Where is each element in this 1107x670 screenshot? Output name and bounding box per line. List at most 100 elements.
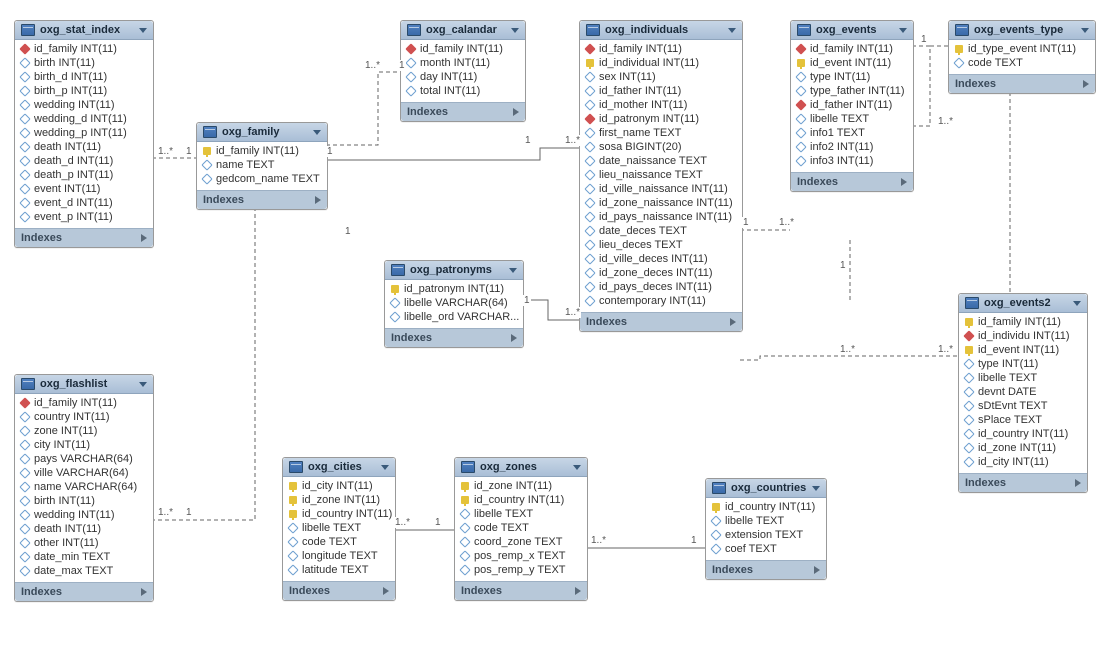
column-row[interactable]: zone INT(11) bbox=[15, 424, 153, 438]
column-row[interactable]: libelle TEXT bbox=[706, 514, 826, 528]
chevron-down-icon[interactable] bbox=[381, 465, 389, 470]
column-row[interactable]: code TEXT bbox=[949, 56, 1095, 70]
chevron-down-icon[interactable] bbox=[1073, 301, 1081, 306]
expand-right-icon[interactable] bbox=[901, 178, 907, 186]
column-row[interactable]: id_father INT(11) bbox=[580, 84, 742, 98]
column-row[interactable]: date_deces TEXT bbox=[580, 224, 742, 238]
column-row[interactable]: libelle TEXT bbox=[791, 112, 913, 126]
column-row[interactable]: id_mother INT(11) bbox=[580, 98, 742, 112]
expand-right-icon[interactable] bbox=[1083, 80, 1089, 88]
column-row[interactable]: pays VARCHAR(64) bbox=[15, 452, 153, 466]
entity-oxg-events[interactable]: oxg_eventsid_family INT(11)id_event INT(… bbox=[790, 20, 914, 192]
expand-right-icon[interactable] bbox=[575, 587, 581, 595]
indexes-footer[interactable]: Indexes bbox=[706, 560, 826, 579]
column-row[interactable]: devnt DATE bbox=[959, 385, 1087, 399]
column-row[interactable]: info3 INT(11) bbox=[791, 154, 913, 168]
column-row[interactable]: ville VARCHAR(64) bbox=[15, 466, 153, 480]
column-row[interactable]: latitude TEXT bbox=[283, 563, 395, 577]
column-row[interactable]: wedding_p INT(11) bbox=[15, 126, 153, 140]
chevron-down-icon[interactable] bbox=[899, 28, 907, 33]
column-row[interactable]: name VARCHAR(64) bbox=[15, 480, 153, 494]
expand-right-icon[interactable] bbox=[383, 587, 389, 595]
column-row[interactable]: id_individu INT(11) bbox=[959, 329, 1087, 343]
column-row[interactable]: birth_p INT(11) bbox=[15, 84, 153, 98]
column-row[interactable]: month INT(11) bbox=[401, 56, 525, 70]
column-row[interactable]: wedding_d INT(11) bbox=[15, 112, 153, 126]
column-row[interactable]: code TEXT bbox=[455, 521, 587, 535]
entity-oxg-calandar[interactable]: oxg_calandarid_family INT(11)month INT(1… bbox=[400, 20, 526, 122]
column-row[interactable]: id_event INT(11) bbox=[791, 56, 913, 70]
column-row[interactable]: gedcom_name TEXT bbox=[197, 172, 327, 186]
expand-right-icon[interactable] bbox=[730, 318, 736, 326]
column-row[interactable]: id_event INT(11) bbox=[959, 343, 1087, 357]
column-row[interactable]: longitude TEXT bbox=[283, 549, 395, 563]
indexes-footer[interactable]: Indexes bbox=[401, 102, 525, 121]
column-row[interactable]: pos_remp_y TEXT bbox=[455, 563, 587, 577]
column-row[interactable]: id_city INT(11) bbox=[959, 455, 1087, 469]
expand-right-icon[interactable] bbox=[511, 334, 517, 342]
column-row[interactable]: id_pays_naissance INT(11) bbox=[580, 210, 742, 224]
column-row[interactable]: extension TEXT bbox=[706, 528, 826, 542]
entity-header[interactable]: oxg_patronyms bbox=[385, 261, 523, 280]
column-row[interactable]: total INT(11) bbox=[401, 84, 525, 98]
entity-oxg-cities[interactable]: oxg_citiesid_city INT(11)id_zone INT(11)… bbox=[282, 457, 396, 601]
column-row[interactable]: id_country INT(11) bbox=[959, 427, 1087, 441]
chevron-down-icon[interactable] bbox=[139, 28, 147, 33]
column-row[interactable]: info1 TEXT bbox=[791, 126, 913, 140]
column-row[interactable]: id_zone_deces INT(11) bbox=[580, 266, 742, 280]
column-row[interactable]: sosa BIGINT(20) bbox=[580, 140, 742, 154]
column-row[interactable]: id_zone INT(11) bbox=[959, 441, 1087, 455]
column-row[interactable]: event INT(11) bbox=[15, 182, 153, 196]
column-row[interactable]: death INT(11) bbox=[15, 522, 153, 536]
column-row[interactable]: id_patronym INT(11) bbox=[385, 282, 523, 296]
column-row[interactable]: id_zone INT(11) bbox=[455, 479, 587, 493]
indexes-footer[interactable]: Indexes bbox=[959, 473, 1087, 492]
column-row[interactable]: event_d INT(11) bbox=[15, 196, 153, 210]
column-row[interactable]: id_patronym INT(11) bbox=[580, 112, 742, 126]
indexes-footer[interactable]: Indexes bbox=[455, 581, 587, 600]
entity-oxg-individuals[interactable]: oxg_individualsid_family INT(11)id_indiv… bbox=[579, 20, 743, 332]
column-row[interactable]: id_family INT(11) bbox=[580, 42, 742, 56]
column-row[interactable]: city INT(11) bbox=[15, 438, 153, 452]
column-row[interactable]: event_p INT(11) bbox=[15, 210, 153, 224]
entity-oxg-countries[interactable]: oxg_countriesid_country INT(11)libelle T… bbox=[705, 478, 827, 580]
chevron-down-icon[interactable] bbox=[313, 130, 321, 135]
indexes-footer[interactable]: Indexes bbox=[15, 228, 153, 247]
column-row[interactable]: libelle VARCHAR(64) bbox=[385, 296, 523, 310]
chevron-down-icon[interactable] bbox=[812, 486, 820, 491]
column-row[interactable]: libelle TEXT bbox=[959, 371, 1087, 385]
chevron-down-icon[interactable] bbox=[573, 465, 581, 470]
column-row[interactable]: death INT(11) bbox=[15, 140, 153, 154]
entity-header[interactable]: oxg_cities bbox=[283, 458, 395, 477]
expand-right-icon[interactable] bbox=[814, 566, 820, 574]
column-row[interactable]: id_family INT(11) bbox=[401, 42, 525, 56]
column-row[interactable]: coef TEXT bbox=[706, 542, 826, 556]
column-row[interactable]: code TEXT bbox=[283, 535, 395, 549]
column-row[interactable]: birth_d INT(11) bbox=[15, 70, 153, 84]
column-row[interactable]: id_father INT(11) bbox=[791, 98, 913, 112]
column-row[interactable]: pos_remp_x TEXT bbox=[455, 549, 587, 563]
column-row[interactable]: id_city INT(11) bbox=[283, 479, 395, 493]
entity-header[interactable]: oxg_individuals bbox=[580, 21, 742, 40]
chevron-down-icon[interactable] bbox=[509, 268, 517, 273]
entity-header[interactable]: oxg_countries bbox=[706, 479, 826, 498]
indexes-footer[interactable]: Indexes bbox=[197, 190, 327, 209]
expand-right-icon[interactable] bbox=[315, 196, 321, 204]
column-row[interactable]: id_family INT(11) bbox=[791, 42, 913, 56]
indexes-footer[interactable]: Indexes bbox=[949, 74, 1095, 93]
expand-right-icon[interactable] bbox=[141, 588, 147, 596]
column-row[interactable]: date_min TEXT bbox=[15, 550, 153, 564]
column-row[interactable]: name TEXT bbox=[197, 158, 327, 172]
column-row[interactable]: id_pays_deces INT(11) bbox=[580, 280, 742, 294]
column-row[interactable]: wedding INT(11) bbox=[15, 508, 153, 522]
column-row[interactable]: date_naissance TEXT bbox=[580, 154, 742, 168]
column-row[interactable]: lieu_naissance TEXT bbox=[580, 168, 742, 182]
entity-oxg-zones[interactable]: oxg_zonesid_zone INT(11)id_country INT(1… bbox=[454, 457, 588, 601]
column-row[interactable]: id_family INT(11) bbox=[15, 42, 153, 56]
column-row[interactable]: id_ville_deces INT(11) bbox=[580, 252, 742, 266]
entity-header[interactable]: oxg_events2 bbox=[959, 294, 1087, 313]
entity-header[interactable]: oxg_events_type bbox=[949, 21, 1095, 40]
column-row[interactable]: id_family INT(11) bbox=[15, 396, 153, 410]
column-row[interactable]: libelle TEXT bbox=[455, 507, 587, 521]
entity-oxg-flashlist[interactable]: oxg_flashlistid_family INT(11)country IN… bbox=[14, 374, 154, 602]
